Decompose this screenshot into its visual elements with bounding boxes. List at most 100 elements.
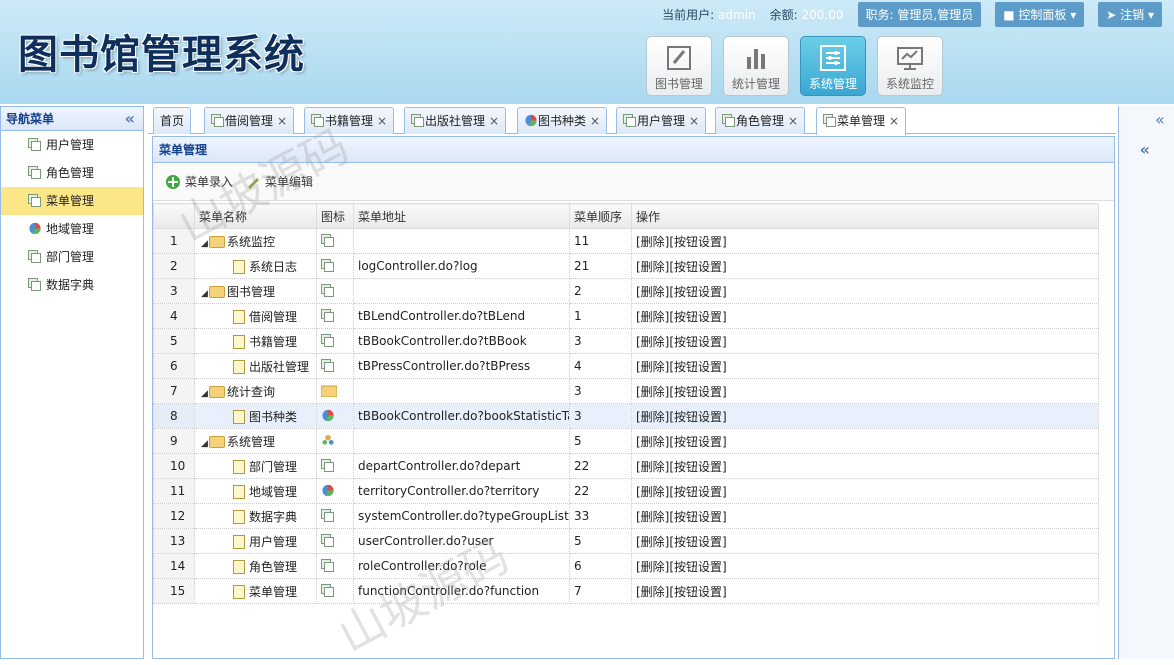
row-actions[interactable]: [删除][按钮设置] bbox=[631, 303, 1099, 329]
close-icon[interactable]: × bbox=[489, 114, 499, 128]
table-row[interactable]: 5 书籍管理 tBBookController.do?tBBook 3 [删除][按钮设… bbox=[153, 328, 1099, 354]
expand-arrow-icon[interactable]: ◢ bbox=[199, 389, 209, 399]
tab[interactable]: 角色管理 × bbox=[715, 107, 806, 134]
menu-edit-button[interactable]: 菜单编辑 bbox=[245, 173, 313, 190]
table-row[interactable]: 10 部门管理 departController.do?depart 22 [删除][按… bbox=[153, 453, 1099, 479]
close-icon[interactable]: × bbox=[788, 114, 798, 128]
file-icon bbox=[233, 534, 245, 549]
tab[interactable]: 出版社管理 × bbox=[404, 107, 507, 134]
sidebar-item[interactable]: 角色管理 bbox=[1, 159, 143, 187]
row-actions[interactable]: [删除][按钮设置] bbox=[631, 253, 1099, 279]
sidebar-item[interactable]: 数据字典 bbox=[1, 271, 143, 299]
row-actions[interactable]: [删除][按钮设置] bbox=[631, 578, 1099, 604]
sidebar-item-label: 部门管理 bbox=[46, 250, 95, 264]
module-book-management[interactable]: 图书管理 bbox=[646, 36, 712, 96]
expand-arrow-icon[interactable]: ◢ bbox=[199, 289, 209, 299]
page-icon bbox=[28, 138, 41, 151]
folder-icon bbox=[209, 285, 225, 298]
expand-arrow-icon[interactable]: ◢ bbox=[199, 239, 209, 249]
menu-url-cell bbox=[353, 378, 570, 404]
module-system-monitor[interactable]: 系统监控 bbox=[877, 36, 943, 96]
menu-icon-cell bbox=[316, 378, 354, 404]
sidebar-item[interactable]: 用户管理 bbox=[1, 131, 143, 159]
expand-arrow-icon[interactable]: ◢ bbox=[199, 439, 209, 449]
table-row[interactable]: 11 地域管理 territoryController.do?territory 22… bbox=[153, 478, 1099, 504]
folder-icon bbox=[209, 385, 225, 398]
module-system-management[interactable]: 系统管理 bbox=[800, 36, 866, 96]
col-header-order[interactable]: 菜单顺序 bbox=[569, 203, 632, 229]
table-row[interactable]: 4 借阅管理 tBLendController.do?tBLend 1 [删除][按钮设… bbox=[153, 303, 1099, 329]
tab-label: 图书种类 bbox=[538, 114, 587, 128]
col-header-action[interactable]: 操作 bbox=[631, 203, 1099, 229]
close-icon[interactable]: × bbox=[889, 114, 899, 128]
page-icon bbox=[211, 114, 224, 127]
table-row[interactable]: 2 系统日志 logController.do?log 21 [删除][按钮设置] bbox=[153, 253, 1099, 279]
table-row[interactable]: 14 角色管理 roleController.do?role 6 [删除][按钮设置] bbox=[153, 553, 1099, 579]
tab[interactable]: 首页 bbox=[153, 107, 192, 134]
close-icon[interactable]: × bbox=[689, 114, 699, 128]
row-actions[interactable]: [删除][按钮设置] bbox=[631, 453, 1099, 479]
row-actions[interactable]: [删除][按钮设置] bbox=[631, 353, 1099, 379]
col-header-icon[interactable]: 图标 bbox=[316, 203, 354, 229]
sidebar-item[interactable]: 部门管理 bbox=[1, 243, 143, 271]
table-row[interactable]: 9 ◢ 系统管理 5 [删除][按钮设置] bbox=[153, 428, 1099, 454]
col-header-url[interactable]: 菜单地址 bbox=[353, 203, 570, 229]
menu-order-cell: 3 bbox=[569, 328, 632, 354]
logout-button[interactable]: ➤ 注销 ▾ bbox=[1098, 1, 1162, 27]
close-icon[interactable]: × bbox=[277, 114, 287, 128]
menu-order-cell: 5 bbox=[569, 428, 632, 454]
table-row[interactable]: 3 ◢ 图书管理 2 [删除][按钮设置] bbox=[153, 278, 1099, 304]
menu-icon-cell bbox=[316, 503, 354, 529]
sidebar-item[interactable]: 菜单管理 bbox=[1, 187, 143, 215]
row-actions[interactable]: [删除][按钮设置] bbox=[631, 478, 1099, 504]
close-icon[interactable]: × bbox=[377, 114, 387, 128]
page-icon bbox=[321, 359, 334, 372]
row-actions[interactable]: [删除][按钮设置] bbox=[631, 328, 1099, 354]
tab[interactable]: 图书种类 × bbox=[517, 107, 608, 134]
nav-title: 导航菜单 « bbox=[1, 107, 143, 131]
table-row[interactable]: 15 菜单管理 functionController.do?function 7 [删除… bbox=[153, 578, 1099, 604]
tab-label: 菜单管理 bbox=[837, 114, 886, 128]
tab[interactable]: 用户管理 × bbox=[616, 107, 707, 134]
sidebar-item[interactable]: 地域管理 bbox=[1, 215, 143, 243]
table-row[interactable]: 6 出版社管理 tBPressController.do?tBPress 4 [删除][… bbox=[153, 353, 1099, 379]
tab[interactable]: 菜单管理 × bbox=[816, 107, 907, 135]
menu-order-cell: 5 bbox=[569, 528, 632, 554]
row-number: 15 bbox=[153, 578, 195, 604]
row-number: 6 bbox=[153, 353, 195, 379]
page-icon bbox=[321, 334, 334, 347]
collapse-left-icon[interactable]: « bbox=[125, 107, 135, 131]
module-statistics[interactable]: 统计管理 bbox=[723, 36, 789, 96]
menu-name-cell: ◢ 统计查询 bbox=[194, 378, 317, 404]
menu-icon-cell bbox=[316, 403, 354, 429]
control-panel-menu[interactable]: ■ 控制面板 ▾ bbox=[995, 1, 1085, 27]
page-icon bbox=[722, 114, 735, 127]
close-icon[interactable]: × bbox=[590, 114, 600, 128]
row-actions[interactable]: [删除][按钮设置] bbox=[631, 528, 1099, 554]
row-actions[interactable]: [删除][按钮设置] bbox=[631, 428, 1099, 454]
row-actions[interactable]: [删除][按钮设置] bbox=[631, 378, 1099, 404]
tab[interactable]: 借阅管理 × bbox=[204, 107, 295, 134]
menu-icon-cell bbox=[316, 353, 354, 379]
row-actions[interactable]: [删除][按钮设置] bbox=[631, 553, 1099, 579]
expand-icon[interactable]: « bbox=[1155, 110, 1165, 129]
row-actions[interactable]: [删除][按钮设置] bbox=[631, 278, 1099, 304]
menu-add-button[interactable]: 菜单录入 bbox=[165, 173, 233, 190]
page-icon bbox=[411, 114, 424, 127]
menu-url-cell: systemController.do?typeGroupList bbox=[353, 503, 570, 529]
row-actions[interactable]: [删除][按钮设置] bbox=[631, 503, 1099, 529]
row-actions[interactable]: [删除][按钮设置] bbox=[631, 228, 1099, 254]
table-row[interactable]: 7 ◢ 统计查询 3 [删除][按钮设置] bbox=[153, 378, 1099, 404]
current-user: 当前用户: admin bbox=[662, 7, 756, 22]
row-actions[interactable]: [删除][按钮设置] bbox=[631, 403, 1099, 429]
col-header-name[interactable]: 菜单名称 bbox=[194, 203, 317, 229]
pie-icon bbox=[525, 114, 537, 127]
table-row[interactable]: 13 用户管理 userController.do?user 5 [删除][按钮设置] bbox=[153, 528, 1099, 554]
folder-icon: ■ bbox=[1003, 7, 1019, 22]
table-row[interactable]: 1 ◢ 系统监控 11 [删除][按钮设置] bbox=[153, 228, 1099, 254]
page-icon bbox=[321, 259, 334, 272]
tab[interactable]: 书籍管理 × bbox=[304, 107, 395, 134]
table-row[interactable]: 8 图书种类 tBBookController.do?bookStatisticTa… bbox=[153, 403, 1099, 429]
table-row[interactable]: 12 数据字典 systemController.do?typeGroupList 3… bbox=[153, 503, 1099, 529]
collapse-icon[interactable]: « bbox=[1140, 137, 1150, 163]
